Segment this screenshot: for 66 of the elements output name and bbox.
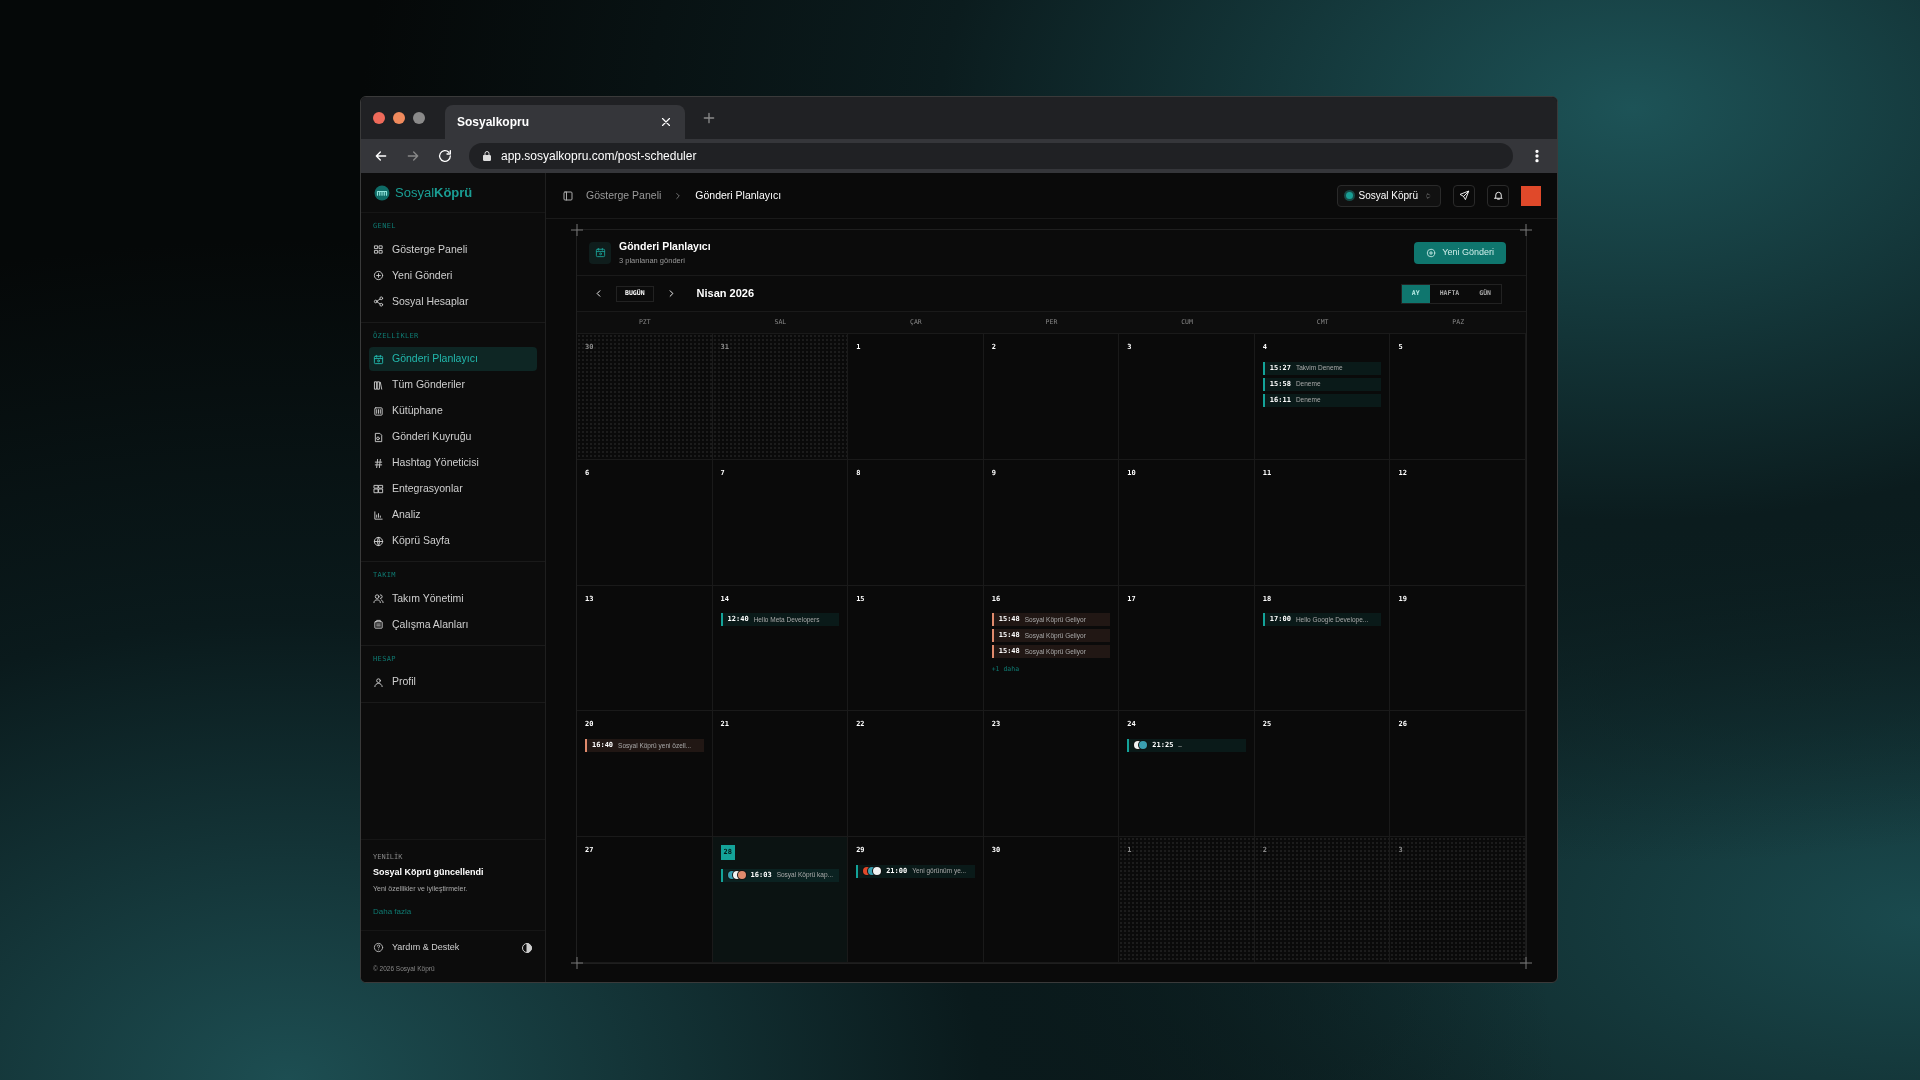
help-link[interactable]: Yardım & Destek — [392, 941, 513, 955]
tab-title: Sosyalkopru — [457, 114, 530, 131]
workspace-selector[interactable]: Sosyal Köprü — [1336, 184, 1441, 207]
address-bar[interactable]: app.sosyalkopru.com/post-scheduler — [469, 143, 1513, 169]
sidebar-item[interactable]: Gösterge Paneli — [369, 237, 537, 262]
logo-text: SosyalKöprü — [395, 183, 473, 202]
logo-icon — [373, 183, 391, 202]
send-button[interactable] — [1453, 184, 1475, 207]
user-icon — [373, 676, 384, 688]
calendar-icon — [373, 353, 384, 365]
page-title: Gönderi Planlayıcı — [619, 239, 711, 254]
crosshair-icon — [571, 957, 583, 969]
new-tab-icon[interactable] — [701, 110, 717, 126]
url-text: app.sosyalkopru.com/post-scheduler — [501, 148, 697, 165]
sidebar-item[interactable]: Profil — [369, 670, 537, 694]
window-control-icon[interactable] — [393, 112, 405, 124]
sidebar-item[interactable]: Gönderi Kuyruğu — [369, 425, 537, 449]
crosshair-icon — [1520, 957, 1532, 969]
hashtag-icon — [373, 457, 384, 469]
plus-circle-icon — [1426, 247, 1437, 258]
grid-icon — [373, 244, 384, 255]
theme-toggle-icon[interactable] — [521, 941, 533, 954]
breadcrumb-item[interactable]: Gösterge Paneli — [586, 187, 662, 204]
more-link[interactable]: Daha fazla — [373, 906, 533, 919]
sidebar-item[interactable]: Kütüphane — [369, 399, 537, 423]
new-post-button[interactable]: Yeni Gönderi — [1414, 241, 1506, 264]
help-icon — [373, 942, 384, 954]
forward-icon[interactable] — [405, 148, 421, 164]
document-icon — [373, 431, 384, 443]
back-icon[interactable] — [373, 148, 389, 164]
sidebar-item[interactable]: Analiz — [369, 503, 537, 527]
calendar-icon — [594, 247, 606, 258]
sidebar-item[interactable]: Sosyal Hesaplar — [369, 289, 537, 314]
crosshair-icon — [571, 224, 583, 236]
sidebar-item[interactable]: Tüm Gönderiler — [369, 373, 537, 397]
crosshair-icon — [1520, 224, 1532, 236]
breadcrumb-item: Gönderi Planlayıcı — [695, 187, 782, 203]
avatar[interactable] — [1521, 185, 1541, 206]
sidebar-item[interactable]: Köprü Sayfa — [369, 529, 537, 553]
bell-icon — [1492, 190, 1504, 201]
library-icon — [373, 405, 384, 417]
close-icon[interactable] — [659, 115, 673, 129]
globe-icon — [373, 535, 384, 547]
news-title: Sosyal Köprü güncellendi — [373, 866, 485, 880]
lock-icon — [481, 150, 493, 162]
notification-button[interactable] — [1487, 184, 1509, 207]
sidebar-toggle-icon[interactable] — [562, 189, 574, 202]
chevron-updown-icon — [1424, 191, 1432, 200]
sidebar-item[interactable]: Gönderi Planlayıcı — [369, 347, 537, 371]
sidebar-item[interactable]: Entegrasyonlar — [369, 477, 537, 501]
users-icon — [373, 593, 384, 604]
browser-tab[interactable]: Sosyalkopru — [445, 105, 685, 139]
month-title: Nisan 2026 — [696, 286, 755, 302]
books-icon — [373, 379, 384, 391]
sidebar-item[interactable]: Hashtag Yöneticisi — [369, 451, 537, 475]
blocks-icon — [373, 483, 384, 495]
share-icon — [373, 296, 384, 307]
sidebar-item[interactable]: Yeni Gönderi — [369, 263, 537, 288]
plus-circle-icon — [373, 270, 384, 281]
bar-chart-icon — [373, 509, 384, 521]
sidebar-item[interactable]: Takım Yönetimi — [369, 586, 537, 611]
send-icon — [1458, 190, 1470, 201]
sidebar-item[interactable]: Çalışma Alanları — [369, 612, 537, 637]
window-control-icon[interactable] — [413, 112, 425, 124]
window-control-icon[interactable] — [373, 112, 385, 124]
reload-icon[interactable] — [437, 148, 453, 164]
